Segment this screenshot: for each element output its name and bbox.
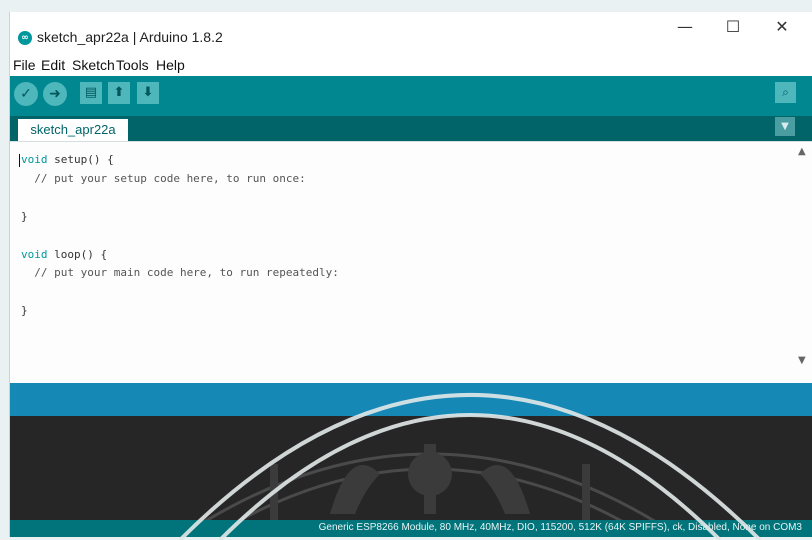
scroll-down-arrow-icon[interactable]: ▼ <box>798 355 806 366</box>
title-bar: ∞ sketch_apr22a | Arduino 1.8.2 — ☐ ✕ <box>10 12 812 56</box>
status-bar: Generic ESP8266 Module, 80 MHz, 40MHz, D… <box>10 520 812 537</box>
chevron-down-icon: ▼ <box>781 121 789 132</box>
tab-menu-button[interactable]: ▼ <box>775 117 795 136</box>
console-output[interactable] <box>10 416 812 520</box>
menu-edit[interactable]: Edit <box>41 57 65 73</box>
code-text: setup() { <box>47 153 114 166</box>
arrow-down-icon: ⬇ <box>142 85 154 100</box>
scroll-up-arrow-icon[interactable]: ▲ <box>798 146 806 157</box>
text-cursor <box>19 154 20 167</box>
code-keyword: void <box>21 248 48 261</box>
arrow-up-icon: ⬆ <box>113 85 125 100</box>
code-line: void loop() { <box>21 248 107 261</box>
window-title: sketch_apr22a | Arduino 1.8.2 <box>37 29 223 45</box>
minimize-button[interactable]: — <box>665 16 705 38</box>
open-sketch-button[interactable]: ⬆ <box>108 82 130 104</box>
code-editor[interactable]: void setup() { // put your setup code he… <box>10 141 812 384</box>
menu-sketch[interactable]: Sketch <box>72 57 115 73</box>
magnifier-icon: ⌕ <box>782 85 789 99</box>
arduino-ide-window: ∞ sketch_apr22a | Arduino 1.8.2 — ☐ ✕ Fi… <box>9 12 812 537</box>
menu-tools[interactable]: Tools <box>116 57 149 73</box>
new-sketch-button[interactable]: ▤ <box>80 82 102 104</box>
arrow-right-icon: ➜ <box>49 86 61 102</box>
menu-bar: File Edit Sketch Tools Help <box>10 56 812 76</box>
arduino-logo-icon: ∞ <box>18 31 32 45</box>
upload-button[interactable]: ➜ <box>43 82 67 106</box>
check-icon: ✓ <box>20 86 32 102</box>
code-text: loop() { <box>47 248 108 261</box>
verify-button[interactable]: ✓ <box>14 82 38 106</box>
new-file-icon: ▤ <box>84 85 98 100</box>
serial-monitor-button[interactable]: ⌕ <box>775 82 796 103</box>
message-area <box>10 383 812 416</box>
code-line: // put your main code here, to run repea… <box>21 266 339 279</box>
code-line: void setup() { <box>21 153 114 166</box>
code-line: // put your setup code here, to run once… <box>21 172 306 185</box>
maximize-button[interactable]: ☐ <box>713 16 753 38</box>
tab-sketch[interactable]: sketch_apr22a <box>18 119 128 141</box>
code-keyword: void <box>21 153 48 166</box>
close-button[interactable]: ✕ <box>762 16 802 38</box>
toolbar: ✓ ➜ ▤ ⬆ ⬇ ⌕ <box>10 76 812 116</box>
board-config-label: Generic ESP8266 Module, 80 MHz, 40MHz, D… <box>318 522 802 533</box>
menu-help[interactable]: Help <box>156 57 185 73</box>
code-line: } <box>21 210 28 223</box>
seal-watermark-icon <box>204 444 656 520</box>
tab-bar: sketch_apr22a ▼ <box>10 116 812 141</box>
menu-file[interactable]: File <box>13 57 36 73</box>
save-sketch-button[interactable]: ⬇ <box>137 82 159 104</box>
code-line: } <box>21 304 28 317</box>
